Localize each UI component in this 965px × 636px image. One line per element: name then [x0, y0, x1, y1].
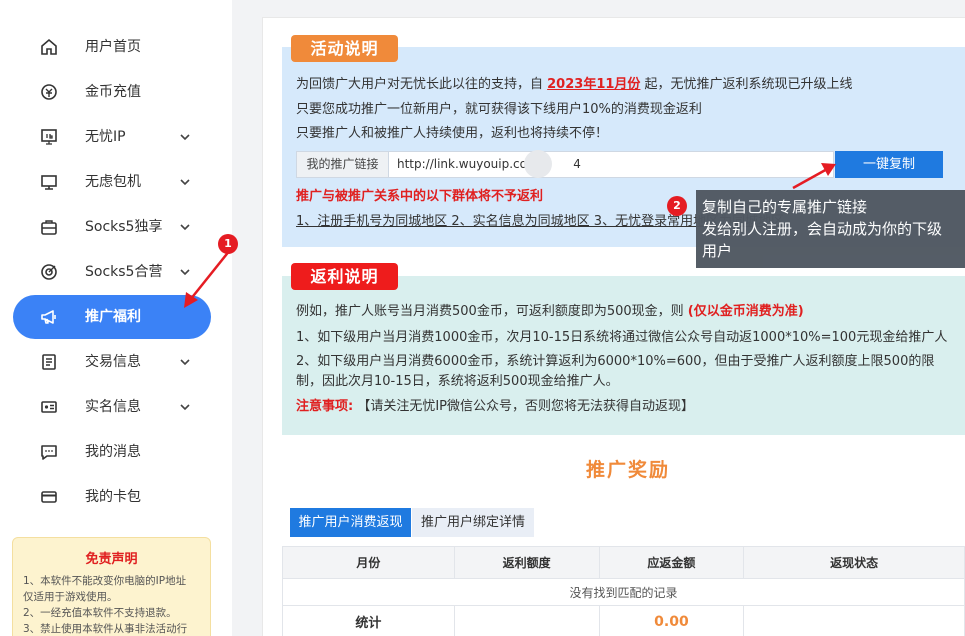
referral-link-row: 我的推广链接 [296, 151, 834, 178]
sidebar-item-label: 实名信息 [85, 399, 141, 415]
table-total-row: 统计 0.00 [282, 605, 965, 636]
tooltip-line-1: 复制自己的专属推广链接 [702, 198, 868, 216]
ip-monitor-icon [39, 127, 59, 147]
referral-link-label: 我的推广链接 [297, 152, 389, 177]
tab-binding-details[interactable]: 推广用户绑定详情 [412, 508, 534, 537]
notice-label: 注意事项: [296, 399, 354, 414]
total-value: 0.00 [598, 605, 745, 636]
column-rebate-status[interactable]: 返现状态 [743, 546, 965, 579]
sidebar-item-3[interactable]: 无虑包机 [13, 160, 211, 204]
desktop-icon [39, 172, 59, 192]
rebate-example: 例如，推广人账号当月消费500金币，可返利额度即为500现金，则 (仅以金币消费… [296, 303, 804, 321]
chevron-down-icon[interactable] [177, 354, 193, 370]
home-icon [39, 37, 59, 57]
table-empty-row: 没有找到匹配的记录 [282, 578, 965, 606]
sidebar-item-label: Socks5独享 [85, 219, 163, 235]
sidebar: 用户首页金币充值无忧IP 无虑包机 Socks5独享 Socks5合营 推广福利交易信息… [0, 0, 238, 636]
sidebar-item-label: 我的卡包 [85, 489, 141, 505]
activity-line-1: 为回馈广大用户对无忧长此以往的支持，自 2023年11月份 起，无忧推广返利系统… [296, 76, 853, 94]
chevron-down-icon[interactable] [177, 174, 193, 190]
copy-tooltip: 复制自己的专属推广链接 发给别人注册，会自动成为你的下级 用户 [696, 190, 965, 268]
rebate-rule-1: 1、如下级用户当月消费1000金币，次月10-15日系统将通过微信公众号自动返1… [296, 330, 948, 345]
document-icon [39, 352, 59, 372]
sidebar-item-1[interactable]: 金币充值 [13, 70, 211, 114]
table-header-row: 月份 返利额度 应返金额 返现状态 [282, 546, 965, 579]
sidebar-item-label: 推广福利 [85, 309, 141, 325]
activity-tag: 活动说明 [291, 35, 398, 62]
reward-table: 月份 返利额度 应返金额 返现状态 没有找到匹配的记录 统计 0.00 [282, 546, 965, 636]
rebate-tag: 返利说明 [291, 263, 398, 290]
sidebar-item-label: 我的消息 [85, 444, 141, 460]
tooltip-line-3: 用户 [702, 242, 733, 260]
megaphone-icon [39, 307, 59, 327]
activity-date-highlight: 2023年11月份 [547, 77, 641, 92]
sidebar-item-9[interactable]: 我的消息 [13, 430, 211, 474]
chevron-down-icon[interactable] [177, 219, 193, 235]
sidebar-item-10[interactable]: 我的卡包 [13, 475, 211, 519]
sidebar-item-label: 无忧IP [85, 129, 126, 145]
card-icon [39, 487, 59, 507]
sidebar-item-label: 用户首页 [85, 39, 141, 55]
target-icon [39, 262, 59, 282]
sidebar-item-label: Socks5合营 [85, 264, 163, 280]
chevron-down-icon[interactable] [177, 399, 193, 415]
disclaimer-line: 仅适用于游戏使用。 [23, 591, 118, 603]
sidebar-item-2[interactable]: 无忧IP [13, 115, 211, 159]
reward-section-title: 推广奖励 [586, 459, 671, 481]
activity-line-1-post: 起，无忧推广返利系统现已升级上线 [640, 77, 853, 92]
sidebar-item-8[interactable]: 实名信息 [13, 385, 211, 429]
chevron-down-icon[interactable] [177, 129, 193, 145]
sidebar-item-6[interactable]: 推广福利 [13, 295, 211, 339]
total-empty-cell [743, 605, 965, 636]
rebate-notice: 注意事项: 【请关注无忧IP微信公众号，否则您将无法获得自动返现】 [296, 398, 694, 416]
briefcase-icon [39, 217, 59, 237]
sidebar-item-7[interactable]: 交易信息 [13, 340, 211, 384]
disclaimer-line: 2、一经充值本软件不支持退款。 [23, 607, 177, 619]
id-card-icon [39, 397, 59, 417]
step-badge-1: 1 [218, 234, 238, 254]
rebate-example-text: 例如，推广人账号当月消费500金币，可返利额度即为500现金，则 [296, 304, 688, 319]
sidebar-item-4[interactable]: Socks5独享 [13, 205, 211, 249]
rebate-rule-2a: 2、如下级用户当月消费6000金币，系统计算返利为6000*10%=600，但由… [296, 354, 935, 369]
chevron-down-icon[interactable] [177, 264, 193, 280]
referral-link-input[interactable] [397, 152, 827, 177]
disclaimer-line: 1、本软件不能改变你电脑的IP地址 [23, 575, 187, 587]
rebate-rule-2b: 制，因此次月10-15日，系统将返利500现金给推广人。 [296, 374, 619, 389]
sidebar-item-label: 无虑包机 [85, 174, 141, 190]
message-icon [39, 442, 59, 462]
notice-text: 【请关注无忧IP微信公众号，否则您将无法获得自动返现】 [353, 399, 695, 414]
copy-link-button[interactable]: 一键复制 [835, 151, 943, 178]
total-label: 统计 [282, 605, 455, 636]
sidebar-item-label: 交易信息 [85, 354, 141, 370]
disclaimer-line: 3、禁止使用本软件从事非法活动行 [23, 623, 188, 635]
sidebar-item-5[interactable]: Socks5合营 [13, 250, 211, 294]
sidebar-item-label: 金币充值 [85, 84, 141, 100]
disclaimer-box: 免责声明 1、本软件不能改变你电脑的IP地址 仅适用于游戏使用。 2、一经充值本… [12, 537, 211, 636]
total-empty-cell [453, 605, 600, 636]
column-rebate-limit[interactable]: 返利额度 [453, 546, 600, 579]
column-due-amount[interactable]: 应返金额 [598, 546, 745, 579]
sidebar-item-0[interactable]: 用户首页 [13, 25, 211, 69]
disclaimer-title: 免责声明 [85, 552, 138, 567]
tooltip-line-2: 发给别人注册，会自动成为你的下级 [702, 220, 943, 238]
tab-consumption-rebate[interactable]: 推广用户消费返现 [290, 508, 411, 537]
activity-line-2: 只要您成功推广一位新用户，就可获得该下线用户10%的消费现金返利 [296, 102, 702, 117]
coin-recharge-icon [39, 82, 59, 102]
activity-line-1-pre: 为回馈广大用户对无忧长此以往的支持，自 [296, 77, 548, 92]
step-badge-2: 2 [667, 196, 687, 216]
column-month[interactable]: 月份 [282, 546, 455, 579]
empty-message: 没有找到匹配的记录 [282, 578, 965, 606]
exclusion-title: 推广与被推广关系中的以下群体将不予返利 [296, 189, 544, 204]
rebate-example-note: (仅以金币消费为准) [687, 304, 804, 319]
activity-line-3: 只要推广人和被推广人持续使用，返利也将持续不停！ [296, 126, 609, 141]
redacted-blur [524, 150, 552, 178]
